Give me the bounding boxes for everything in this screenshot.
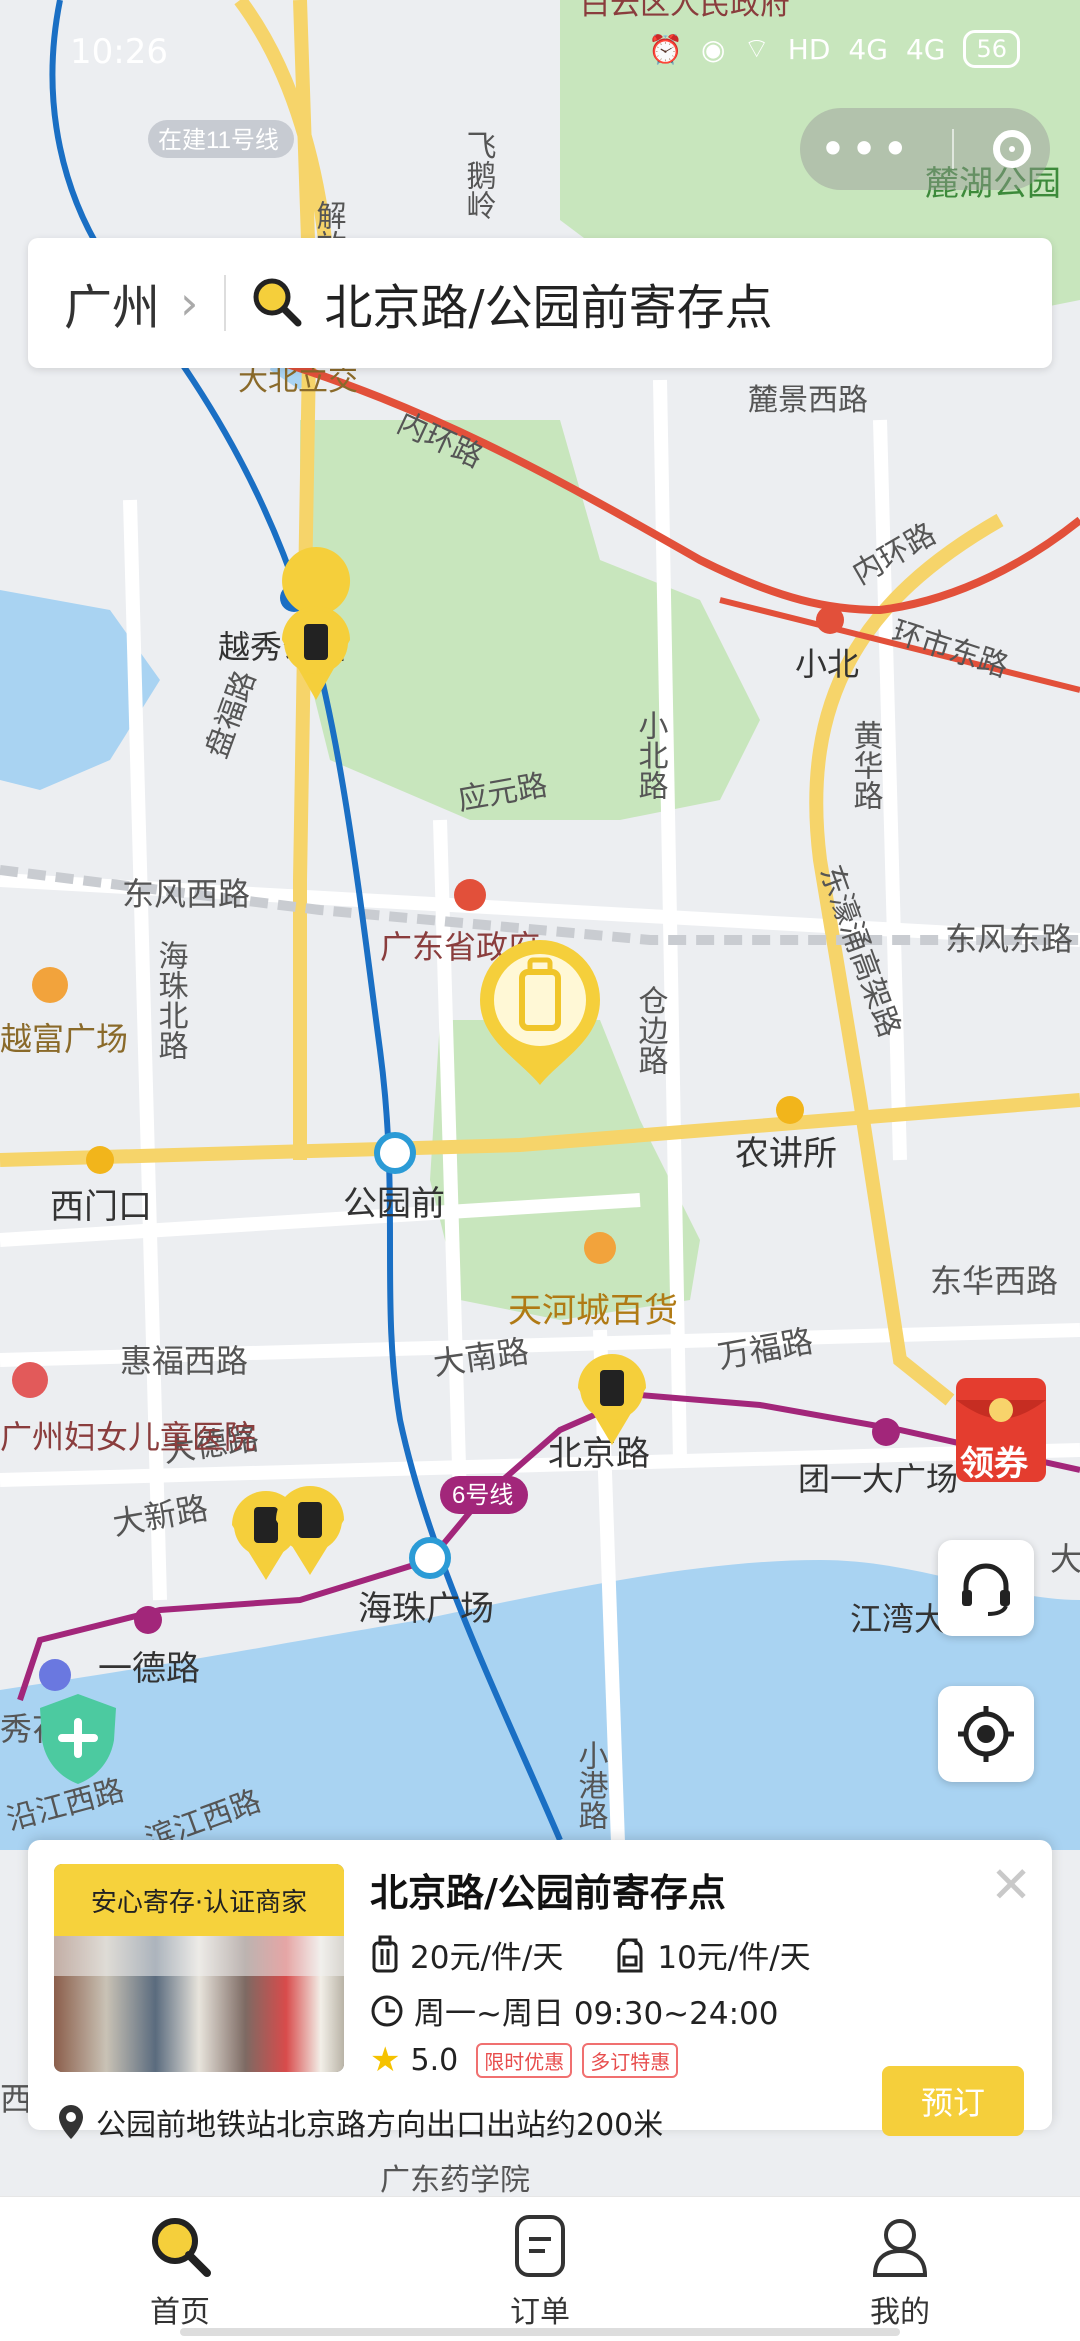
map-label-feieling: 飞鹅岭 xyxy=(462,130,496,220)
price-luggage: 20元/件/天 xyxy=(410,1940,564,1976)
store-card[interactable]: 安心寄存·认证商家 ✕ 北京路/公园前寄存点 20元/件/天 10元/件/天 周… xyxy=(28,1840,1052,2136)
map-label-donghua-west: 东华西路 xyxy=(930,1263,1058,1299)
map-label-line6: 6号线 xyxy=(452,1482,513,1509)
capsule-divider xyxy=(951,129,954,169)
luggage-icon xyxy=(372,1935,398,1972)
order-icon xyxy=(515,2215,565,2277)
map-label-haizhu-north: 海珠北路 xyxy=(154,940,188,1060)
map-label-yuefu: 越富广场 xyxy=(0,1021,128,1057)
map-label-xiaobei-road: 小北路 xyxy=(634,710,669,800)
clock-icon xyxy=(371,1995,403,2026)
map-label-yaoxueyuan: 广东药学院 xyxy=(380,2164,530,2197)
search-divider xyxy=(224,275,227,331)
store-name: 北京路/公园前寄存点 xyxy=(370,1871,726,1915)
map-label-nongjiangsuo: 农讲所 xyxy=(735,1135,837,1173)
map-label-women-hospital: 广州妇女儿童医院 xyxy=(0,1419,256,1455)
search-icon[interactable] xyxy=(250,275,302,331)
map-label-xiaogang: 小港路 xyxy=(574,1740,609,1830)
address-row: 公园前地铁站北京路方向出口出站约200米 xyxy=(28,2100,868,2144)
customer-service-button[interactable] xyxy=(938,1540,1034,1636)
tab-label: 首页 xyxy=(150,2295,210,2330)
map-label-gongyuanqian: 公园前 xyxy=(343,1185,445,1223)
map-label-dasha: 大沙 xyxy=(1050,1541,1080,1577)
profile-icon xyxy=(872,2219,928,2277)
store-address: 公园前地铁站北京路方向出口出站约200米 xyxy=(96,2108,664,2143)
wifi-icon: ⌔ xyxy=(743,31,770,65)
tab-bar: 首页 订单 我的 xyxy=(0,2196,1080,2341)
map-label-xiaobei-station: 小北 xyxy=(795,646,859,682)
crosshair-icon xyxy=(958,1706,1014,1762)
locate-button[interactable] xyxy=(938,1686,1034,1782)
price-bag: 10元/件/天 xyxy=(657,1940,811,1976)
map-label-haizhu-square: 海珠广场 xyxy=(358,1590,494,1628)
network-label: HD xyxy=(787,32,831,66)
status-time: 10:26 xyxy=(70,32,168,72)
map-label-tianhecheng: 天河城百货 xyxy=(508,1292,678,1330)
city-selector[interactable]: 广州 xyxy=(64,268,160,338)
battery-icon: 56 xyxy=(963,30,1020,68)
headset-icon xyxy=(962,1563,1010,1616)
tab-profile[interactable]: 我的 xyxy=(800,2211,1000,2331)
tab-label: 我的 xyxy=(870,2295,930,2330)
map-label-yide: 一德路 xyxy=(98,1650,200,1688)
tab-label: 订单 xyxy=(510,2295,570,2330)
star-icon: ★ xyxy=(370,2040,401,2080)
book-button[interactable]: 预订 xyxy=(882,2066,1024,2136)
close-icon[interactable]: ✕ xyxy=(990,1860,1032,1910)
business-hours: 周一~周日 09:30~24:00 xyxy=(414,1996,779,2032)
safety-shield-button[interactable] xyxy=(34,1690,122,1786)
map-label-dongfeng-east: 东风东路 xyxy=(945,921,1073,957)
search-bar: 广州 › 北京路/公园前寄存点 xyxy=(28,238,1052,368)
location-pin-icon xyxy=(59,2105,83,2139)
map-label-lujing: 麓景西路 xyxy=(748,384,868,417)
promo-tag: 限时优惠 xyxy=(476,2042,573,2078)
search-icon xyxy=(152,2218,211,2277)
rating-row: ★ 5.0 限时优惠 多订特惠 xyxy=(370,2040,679,2080)
status-bar: 10:26 ⏰ ◉ ⌔ HD 4G 4G 56 xyxy=(0,0,1080,100)
map-label-jiangwan: 江湾大 xyxy=(850,1601,946,1637)
map-label-ximenkou: 西门口 xyxy=(50,1188,152,1226)
price-row: 20元/件/天 10元/件/天 xyxy=(370,1932,811,1977)
store-photo[interactable]: 安心寄存·认证商家 xyxy=(54,1864,344,2072)
tab-orders[interactable]: 订单 xyxy=(440,2211,640,2331)
map-label-huifu: 惠福西路 xyxy=(120,1343,248,1379)
signal-icon-2: 4G xyxy=(905,32,946,66)
verified-badge: 安心寄存·认证商家 xyxy=(54,1864,344,1936)
map-label-beijinglu: 北京路 xyxy=(548,1435,650,1473)
map-label-planned-line: 在建11号线 xyxy=(158,127,279,154)
miniprogram-capsule: ••• xyxy=(800,108,1050,190)
coupon-label: 领券 xyxy=(960,1444,1028,1484)
search-input[interactable]: 北京路/公园前寄存点 xyxy=(324,268,772,338)
backpack-icon xyxy=(617,1938,643,1972)
home-indicator xyxy=(180,2328,900,2336)
status-icons: ⏰ ◉ ⌔ HD 4G 4G 56 xyxy=(648,30,1020,68)
map-label-huanghua: 黄华路 xyxy=(849,720,883,810)
rating-value: 5.0 xyxy=(410,2042,459,2078)
coupon-button[interactable]: 领券 xyxy=(950,1370,1060,1490)
signal-icon: 4G xyxy=(848,32,888,66)
more-menu-icon[interactable]: ••• xyxy=(819,126,912,172)
map-label-cangbian: 仓边路 xyxy=(634,985,669,1075)
store-photo-image xyxy=(54,1936,344,2072)
alarm-icon: ⏰ xyxy=(648,32,684,66)
close-miniprogram-icon[interactable] xyxy=(992,130,1031,168)
map-label-dabei: 大北立交 xyxy=(238,364,358,397)
location-icon: ◉ xyxy=(701,32,726,66)
hours-row: 周一~周日 09:30~24:00 xyxy=(370,1988,778,2033)
tab-home[interactable]: 首页 xyxy=(80,2211,280,2331)
chevron-right-icon[interactable]: › xyxy=(180,276,198,330)
map-label-dongfeng-west: 东风西路 xyxy=(122,876,250,912)
promo-tag: 多订特惠 xyxy=(582,2042,679,2078)
map-label-tuanyi: 团一大广场 xyxy=(798,1461,958,1497)
